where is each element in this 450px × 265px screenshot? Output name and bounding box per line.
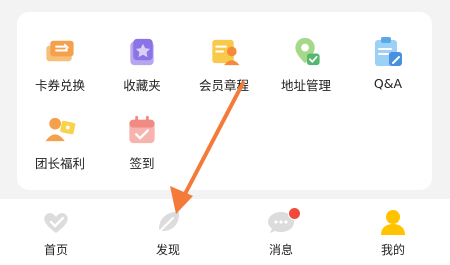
coupon-ticket-icon: [46, 40, 74, 62]
service-label: 卡券兑换: [34, 78, 85, 93]
tab-label: 我的: [380, 243, 405, 257]
service-label: 收藏夹: [123, 78, 161, 93]
address-pin-icon: [295, 37, 320, 66]
message-badge: [288, 207, 301, 220]
service-label: Q&A: [373, 76, 403, 91]
service-leader-benefits[interactable]: 团长福利: [22, 112, 98, 172]
favorites-star-icon: [130, 38, 154, 66]
leader-benefits-icon: [45, 117, 76, 142]
service-favorites[interactable]: 收藏夹: [104, 34, 180, 94]
bottom-tab-bar: 首页 发现 消息 我的: [0, 199, 450, 265]
member-charter-icon: [212, 39, 240, 66]
tab-profile[interactable]: 我的: [358, 209, 428, 259]
tab-label: 首页: [43, 243, 68, 257]
tab-messages[interactable]: 消息: [246, 207, 316, 259]
service-qa[interactable]: Q&A: [350, 34, 426, 94]
discover-leaf-icon: [159, 211, 180, 232]
tab-label: 发现: [155, 243, 180, 257]
services-card: 卡券兑换 收藏夹 会员章程 地址管理 Q&A 团长福利 签到: [17, 12, 432, 190]
tab-label: 消息: [268, 243, 293, 257]
tab-discover[interactable]: 发现: [133, 209, 203, 259]
qa-clipboard-icon: [375, 37, 402, 66]
service-label: 团长福利: [34, 156, 85, 171]
profile-person-icon: [381, 210, 405, 235]
service-card-exchange[interactable]: 卡券兑换: [22, 34, 98, 94]
service-label: 地址管理: [280, 78, 331, 93]
service-member-charter[interactable]: 会员章程: [186, 34, 262, 94]
check-in-calendar-icon: [129, 115, 155, 144]
service-check-in[interactable]: 签到: [104, 112, 180, 172]
home-heart-icon: [44, 213, 68, 233]
service-address-management[interactable]: 地址管理: [268, 34, 344, 94]
service-label: 签到: [129, 156, 155, 171]
tab-home[interactable]: 首页: [21, 209, 91, 259]
service-label: 会员章程: [198, 78, 249, 93]
